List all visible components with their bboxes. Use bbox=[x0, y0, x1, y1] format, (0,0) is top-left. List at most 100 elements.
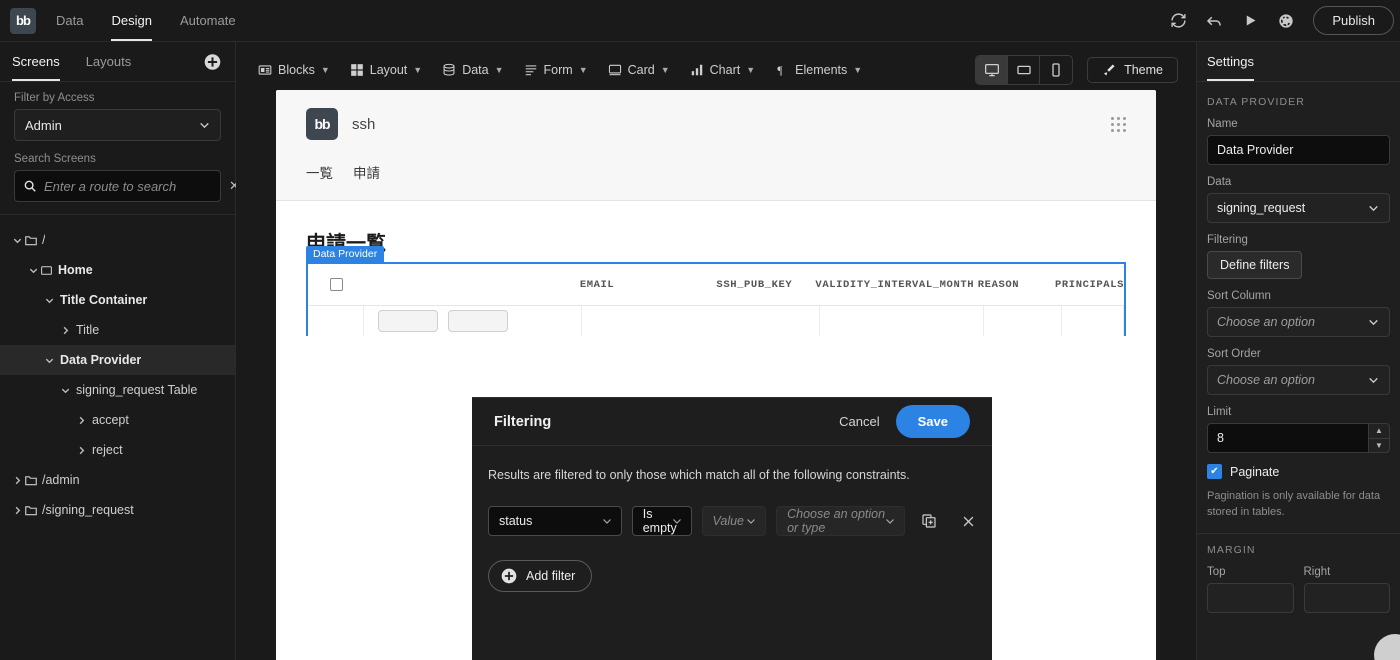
margin-right-select[interactable] bbox=[1303, 582, 1390, 613]
filter-value-select[interactable]: Choose an option or type bbox=[776, 506, 905, 536]
row-accept-button[interactable] bbox=[378, 310, 438, 332]
limit-spinner: ▲ ▼ bbox=[1368, 423, 1390, 453]
preview-tab-request[interactable]: 申請 bbox=[353, 162, 380, 182]
toolbar-form[interactable]: Form ▼ bbox=[516, 58, 596, 82]
tree-item-reject[interactable]: reject bbox=[0, 435, 235, 465]
data-provider-box[interactable]: EMAIL SSH_PUB_KEY VALIDITY_INTERVAL_MONT… bbox=[306, 262, 1126, 336]
chevron-right-icon[interactable] bbox=[10, 475, 24, 486]
preview-tab-list[interactable]: 一覧 bbox=[306, 162, 333, 182]
app-root: bb Data Design Automate Publish Screens … bbox=[0, 0, 1400, 660]
chevron-down-icon[interactable] bbox=[42, 295, 56, 306]
plus-circle-icon[interactable] bbox=[204, 53, 221, 70]
tree-item-data-provider[interactable]: Data Provider bbox=[0, 345, 235, 375]
tree-item-admin[interactable]: /admin bbox=[0, 465, 235, 495]
filtering-description: Results are filtered to only those which… bbox=[488, 468, 910, 482]
toolbar-layout-label: Layout bbox=[369, 63, 408, 77]
tree-item-label: signing_request Table bbox=[76, 383, 198, 397]
publish-button[interactable]: Publish bbox=[1313, 6, 1394, 35]
filter-operator-select[interactable]: Is empty bbox=[631, 506, 692, 536]
folder-icon bbox=[24, 473, 42, 487]
checkbox-icon[interactable] bbox=[329, 278, 343, 291]
select-all-cell[interactable] bbox=[308, 278, 364, 291]
chevron-down-icon bbox=[1367, 316, 1380, 329]
play-icon[interactable] bbox=[1241, 12, 1259, 30]
filter-field-select[interactable]: status bbox=[488, 506, 622, 536]
left-panel-filters: Filter by Access Admin Search Screens ✕ bbox=[0, 82, 240, 215]
table-row[interactable] bbox=[308, 306, 1124, 336]
tree-item-title[interactable]: Title bbox=[0, 315, 235, 345]
layout-icon bbox=[350, 63, 364, 77]
undo-icon[interactable] bbox=[1205, 12, 1223, 30]
chevron-right-icon[interactable] bbox=[10, 505, 24, 516]
cancel-button[interactable]: Cancel bbox=[839, 414, 879, 429]
tree-item-label: Home bbox=[58, 263, 93, 277]
save-button[interactable]: Save bbox=[895, 405, 970, 438]
row-reject-button[interactable] bbox=[448, 310, 508, 332]
tree-item-[interactable]: / bbox=[0, 225, 235, 255]
desktop-icon[interactable] bbox=[976, 56, 1009, 84]
filtering-drawer-header: Filtering Cancel Save bbox=[472, 398, 992, 446]
sync-icon[interactable] bbox=[1169, 12, 1187, 30]
theme-button[interactable]: Theme bbox=[1087, 57, 1178, 83]
help-fab-button[interactable] bbox=[1374, 634, 1400, 660]
tree-item-accept[interactable]: accept bbox=[0, 405, 235, 435]
margin-top-select[interactable] bbox=[1207, 582, 1294, 613]
budibase-logo[interactable]: bb bbox=[10, 7, 36, 34]
chevron-right-icon[interactable] bbox=[58, 325, 72, 336]
filtering-drawer-body: Results are filtered to only those which… bbox=[472, 446, 992, 592]
mobile-icon[interactable] bbox=[1040, 56, 1072, 84]
tree-item-signing-request-table[interactable]: signing_request Table bbox=[0, 375, 235, 405]
filtering-actions: Cancel Save bbox=[839, 405, 970, 438]
tree-item-title-container[interactable]: Title Container bbox=[0, 285, 235, 315]
name-input[interactable]: Data Provider bbox=[1207, 135, 1390, 165]
tablet-icon[interactable] bbox=[1008, 56, 1041, 84]
chevron-down-icon[interactable] bbox=[42, 355, 56, 366]
paginate-checkbox[interactable]: ✔ bbox=[1207, 464, 1222, 479]
tab-settings[interactable]: Settings bbox=[1207, 42, 1254, 81]
toolbar-right: Theme bbox=[975, 55, 1178, 85]
tree-item-signing-request[interactable]: /signing_request bbox=[0, 495, 235, 525]
filter-by-access-select[interactable]: Admin bbox=[14, 109, 221, 141]
toolbar-elements[interactable]: ¶ Elements ▼ bbox=[767, 58, 870, 82]
duplicate-icon[interactable] bbox=[921, 513, 937, 529]
tab-design[interactable]: Design bbox=[111, 0, 153, 41]
data-label: Data bbox=[1207, 176, 1232, 188]
data-select[interactable]: signing_request bbox=[1207, 193, 1390, 223]
chevron-down-icon[interactable] bbox=[58, 385, 72, 396]
tab-data[interactable]: Data bbox=[56, 0, 83, 41]
theme-button-label: Theme bbox=[1124, 63, 1163, 77]
chevron-down-icon[interactable] bbox=[10, 235, 24, 246]
toolbar-blocks[interactable]: Blocks ▼ bbox=[250, 58, 338, 82]
close-icon[interactable] bbox=[961, 514, 976, 529]
chevron-right-icon[interactable] bbox=[74, 415, 88, 426]
chevron-down-icon[interactable]: ▼ bbox=[1369, 439, 1389, 453]
filter-value-type-select[interactable]: Value bbox=[701, 506, 767, 536]
chevron-down-icon[interactable] bbox=[26, 265, 40, 276]
sort-order-select[interactable]: Choose an option bbox=[1207, 365, 1390, 395]
add-filter-button[interactable]: Add filter bbox=[488, 560, 593, 592]
search-input[interactable] bbox=[44, 178, 222, 194]
sort-column-select[interactable]: Choose an option bbox=[1207, 307, 1390, 337]
screen-tree: / Home Title Container Title Data Provider si… bbox=[0, 215, 235, 660]
chevron-down-icon bbox=[1367, 202, 1380, 215]
tab-automate[interactable]: Automate bbox=[180, 0, 236, 41]
toolbar-chart[interactable]: Chart ▼ bbox=[682, 58, 764, 82]
toolbar-layout[interactable]: Layout ▼ bbox=[342, 58, 430, 82]
top-bar: bb Data Design Automate Publish bbox=[0, 0, 1400, 42]
plus-circle-icon bbox=[501, 568, 517, 584]
tab-screens[interactable]: Screens bbox=[12, 42, 60, 81]
toolbar-data[interactable]: Data ▼ bbox=[434, 58, 511, 82]
globe-icon[interactable] bbox=[1277, 12, 1295, 30]
chevron-up-icon[interactable]: ▲ bbox=[1369, 424, 1389, 439]
th-email: EMAIL bbox=[579, 278, 615, 291]
chevron-down-icon bbox=[198, 119, 211, 132]
chevron-right-icon[interactable] bbox=[74, 445, 88, 456]
tree-item-home[interactable]: Home bbox=[0, 255, 235, 285]
drag-grip-icon[interactable] bbox=[1111, 116, 1126, 132]
pagination-help-text: Pagination is only available for data st… bbox=[1207, 490, 1381, 518]
define-filters-button[interactable]: Define filters bbox=[1207, 251, 1303, 279]
tab-layouts[interactable]: Layouts bbox=[86, 42, 132, 81]
toolbar-card[interactable]: Card ▼ bbox=[600, 58, 678, 82]
top-nav: Data Design Automate bbox=[56, 0, 236, 41]
limit-input[interactable]: 8 bbox=[1207, 423, 1368, 453]
